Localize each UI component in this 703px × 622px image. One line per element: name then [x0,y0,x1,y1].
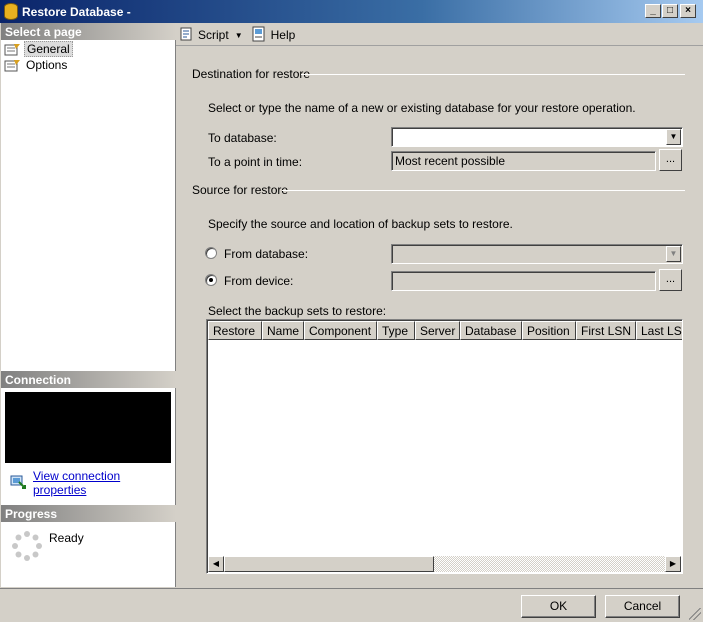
destination-group-label: Destination for restore [192,67,311,81]
script-button[interactable]: Script ▼ [178,26,243,45]
script-icon [178,26,194,45]
from-device-field[interactable] [391,271,656,291]
minimize-button[interactable]: _ [645,4,661,18]
column-header-position[interactable]: Position [522,321,576,340]
to-database-combo[interactable]: ▼ [391,127,683,147]
help-icon [251,26,267,45]
point-in-time-field: Most recent possible [391,151,656,171]
left-pane: Select a page General Options Connection… [1,23,176,587]
help-label: Help [270,28,296,42]
from-device-browse-button[interactable]: ... [659,269,682,291]
resize-grip-icon[interactable] [689,608,701,620]
script-label: Script [198,28,229,42]
select-page-header: Select a page [1,23,176,40]
progress-header: Progress [1,505,176,522]
page-item-options[interactable]: Options [4,57,69,73]
connection-properties-icon [10,475,26,492]
toolbar: Script ▼ Help [178,25,303,45]
source-group-label: Source for restore [192,183,289,197]
connection-info-area [5,392,171,463]
progress-spinner-icon [11,530,43,565]
column-header-last-lsn[interactable]: Last LSN [636,321,682,340]
backup-sets-label: Select the backup sets to restore: [208,304,387,318]
from-database-label[interactable]: From database: [224,247,308,261]
column-header-name[interactable]: Name [262,321,304,340]
view-connection-properties-label: View connection properties [33,469,121,497]
column-header-database[interactable]: Database [460,321,522,340]
close-button[interactable]: × [680,4,696,18]
progress-status: Ready [49,531,84,545]
ok-button[interactable]: OK [521,595,596,618]
chevron-down-icon[interactable]: ▼ [235,31,243,40]
point-in-time-label: To a point in time: [208,155,303,169]
footer-separator [0,588,703,589]
source-group-divider [282,190,685,191]
toolbar-divider [176,45,703,46]
database-icon [4,3,18,20]
page-item-label: General [24,41,73,57]
column-header-server[interactable]: Server [415,321,460,340]
column-header-restore[interactable]: Restore [208,321,262,340]
from-device-radio[interactable] [205,274,217,286]
page-icon [4,43,21,56]
to-database-label: To database: [208,131,277,145]
destination-instruction: Select or type the name of a new or exis… [208,101,636,115]
scrollbar-thumb[interactable] [224,556,434,572]
from-database-combo[interactable]: ▼ [391,244,683,264]
scroll-right-icon[interactable]: ▶ [665,556,681,572]
point-in-time-browse-button[interactable]: ... [659,149,682,171]
title-bar[interactable]: Restore Database - _ □ × [0,0,703,23]
cancel-button[interactable]: Cancel [605,595,680,618]
destination-group-divider [301,74,685,75]
column-header-type[interactable]: Type [377,321,415,340]
chevron-down-icon[interactable]: ▼ [666,246,681,262]
page-icon [4,59,21,72]
column-header-component[interactable]: Component [304,321,377,340]
backup-sets-grid[interactable]: Restore Name Component Type Server Datab… [206,319,683,574]
chevron-down-icon[interactable]: ▼ [666,129,681,145]
scroll-left-icon[interactable]: ◀ [208,556,224,572]
help-button[interactable]: Help [251,26,296,45]
horizontal-scrollbar[interactable]: ◀ ▶ [208,556,681,572]
from-database-radio[interactable] [205,247,217,259]
page-item-label: Options [26,58,68,72]
maximize-button[interactable]: □ [662,4,678,18]
grid-header: Restore Name Component Type Server Datab… [208,321,682,340]
from-device-label[interactable]: From device: [224,274,293,288]
column-header-first-lsn[interactable]: First LSN [576,321,636,340]
source-instruction: Specify the source and location of backu… [208,217,513,231]
page-item-general[interactable]: General [4,41,73,57]
connection-header: Connection [1,371,176,388]
view-connection-properties-link[interactable]: View connection properties [10,469,175,497]
window-title: Restore Database - [22,5,131,19]
